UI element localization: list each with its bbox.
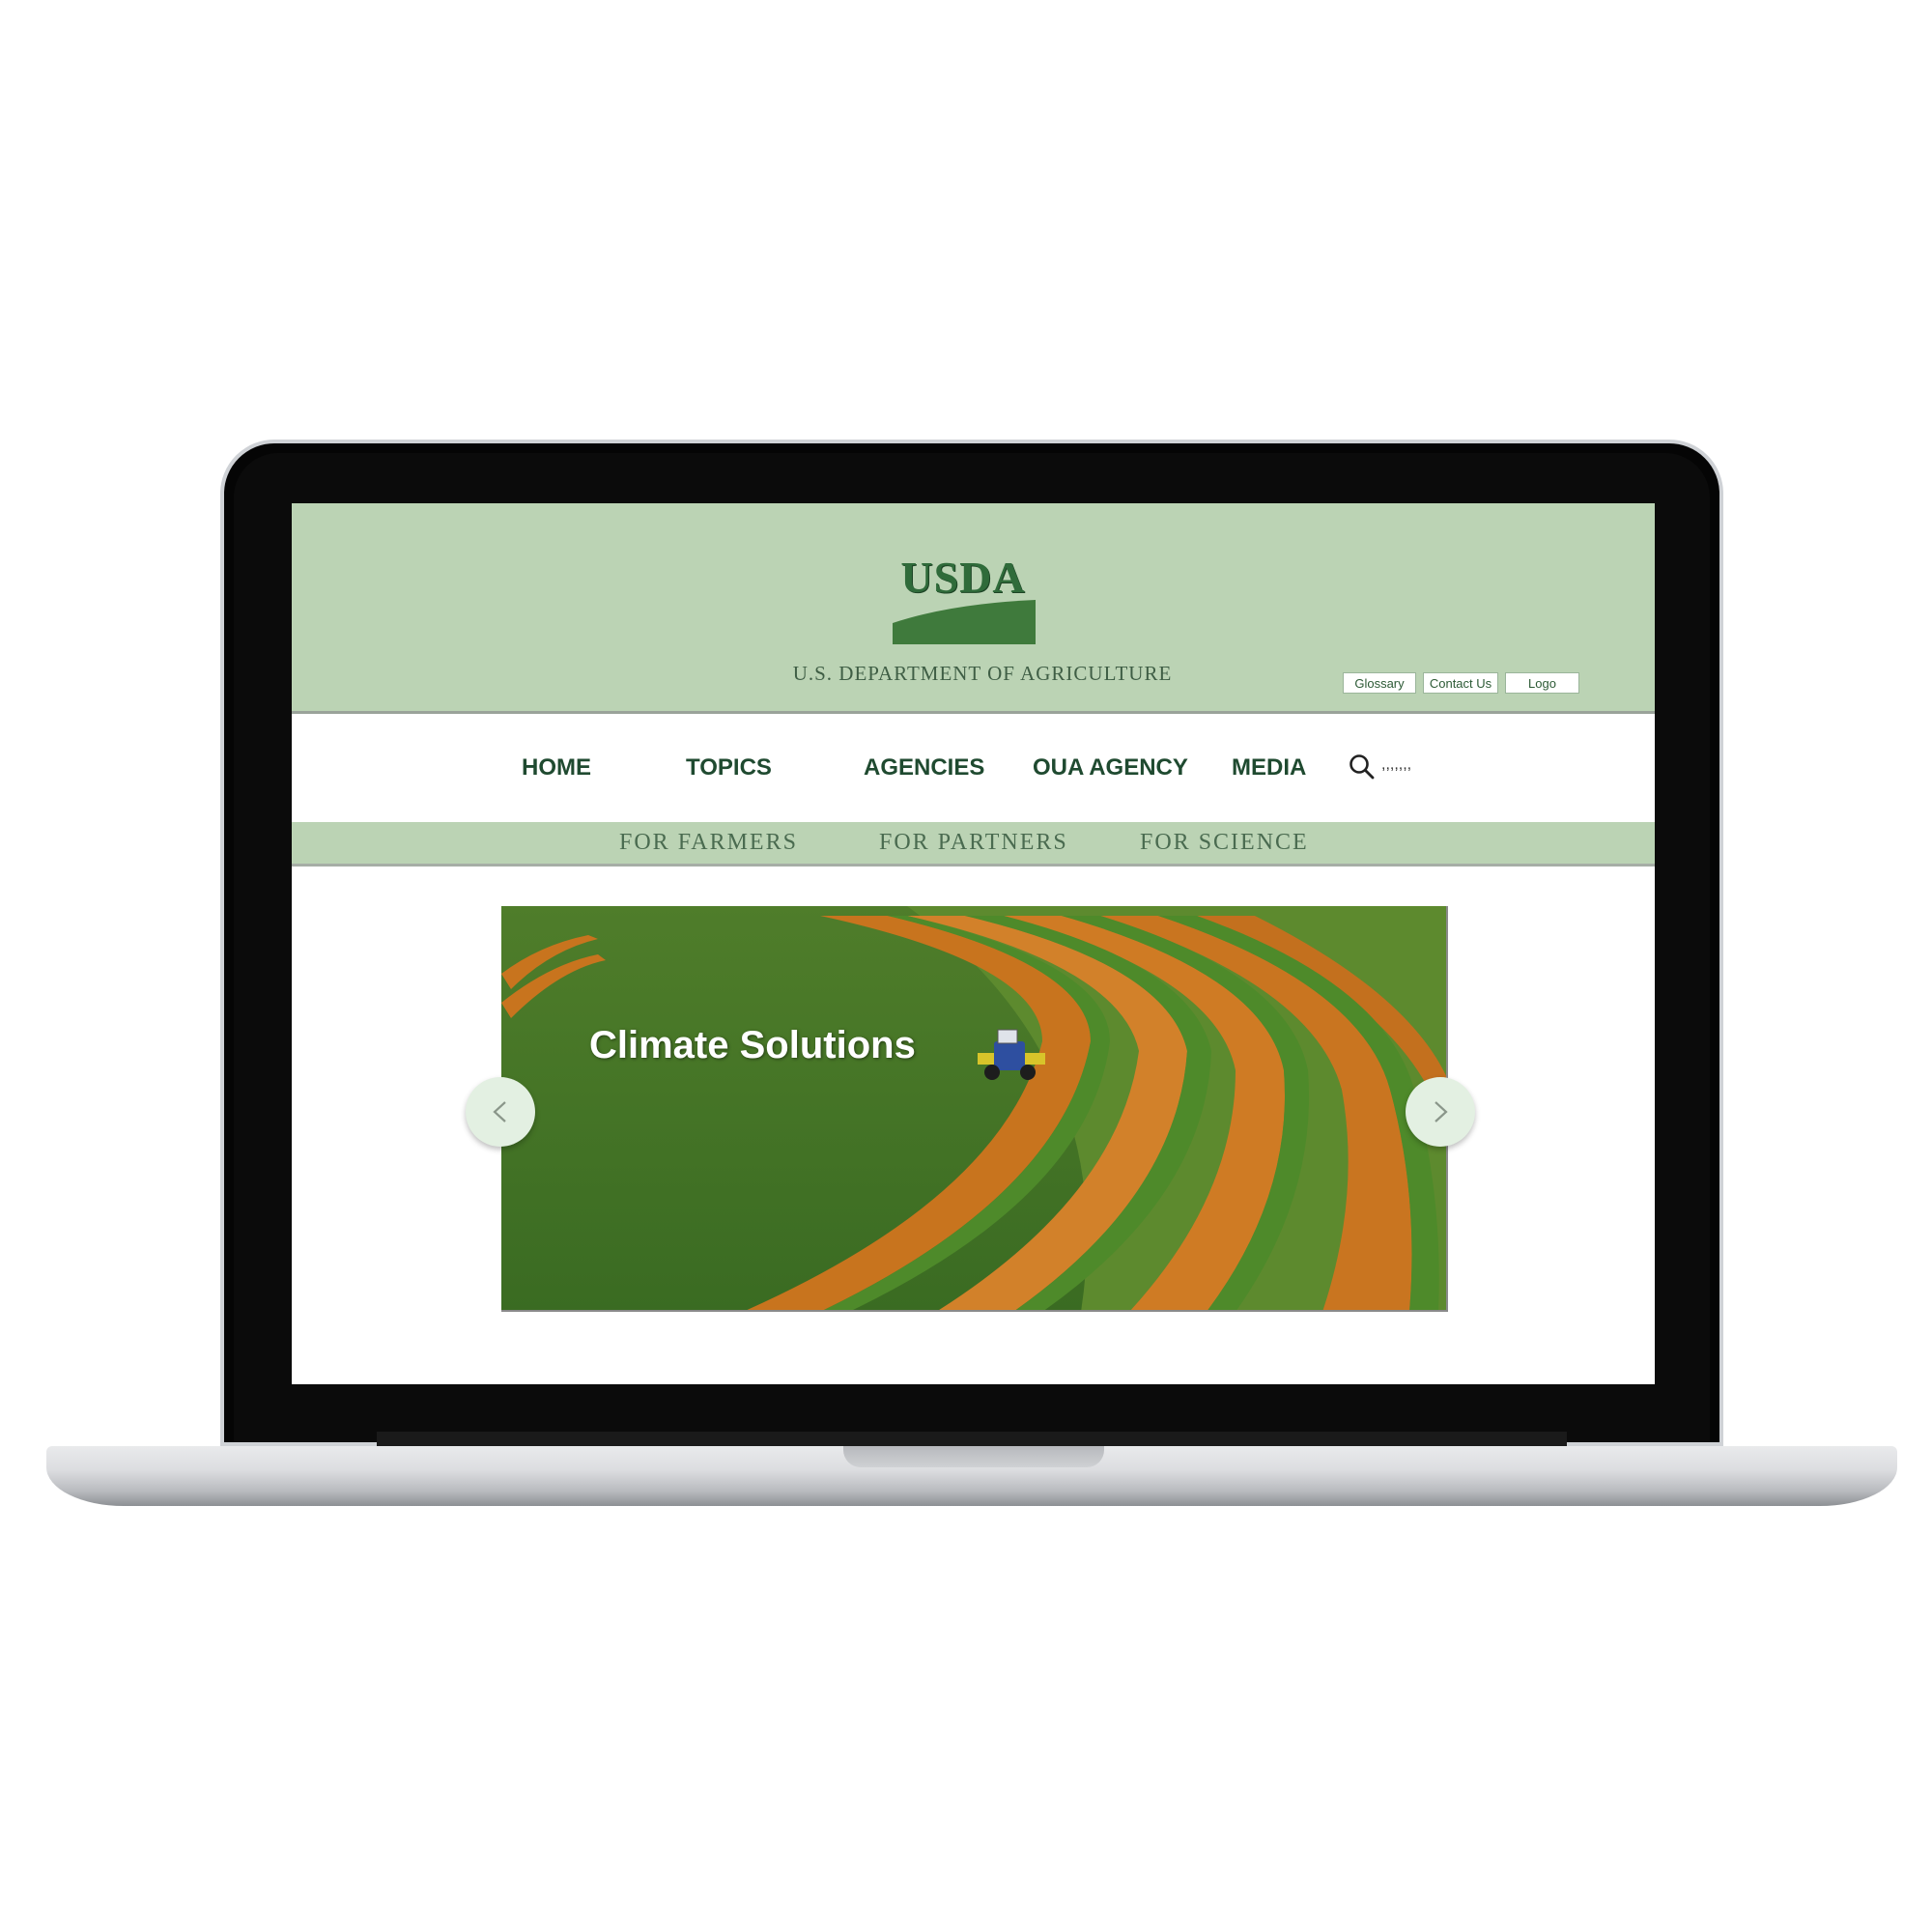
search-input[interactable] — [1381, 753, 1459, 778]
search-icon[interactable] — [1348, 753, 1377, 781]
chevron-right-icon — [1435, 1101, 1448, 1122]
laptop-hinge — [377, 1432, 1567, 1446]
laptop-notch — [843, 1446, 1104, 1467]
subnav-for-partners[interactable]: FOR PARTNERS — [879, 830, 1068, 856]
site-header: USDA U.S. DEPARTMENT OF AGRICULTURE Glos… — [292, 503, 1655, 714]
glossary-link[interactable]: Glossary — [1343, 672, 1416, 694]
nav-agencies[interactable]: AGENCIES — [864, 754, 984, 781]
nav-oua-agency[interactable]: OUA AGENCY — [1033, 754, 1188, 781]
logo-hill-shape — [893, 600, 1036, 644]
nav-topics[interactable]: TOPICS — [686, 754, 772, 781]
nav-media[interactable]: MEDIA — [1232, 754, 1306, 781]
hero-slide[interactable]: Climate Solutions — [501, 906, 1448, 1312]
slider-next-button[interactable] — [1406, 1077, 1475, 1147]
usda-logo[interactable]: USDA — [891, 552, 1036, 648]
contact-us-link[interactable]: Contact Us — [1423, 672, 1498, 694]
chevron-left-icon — [493, 1101, 506, 1122]
main-nav: HOME TOPICS AGENCIES OUA AGENCY MEDIA — [292, 714, 1655, 822]
hero-field-image — [501, 906, 1446, 1310]
website-screen: USDA U.S. DEPARTMENT OF AGRICULTURE Glos… — [292, 503, 1655, 1384]
slider-prev-button[interactable] — [466, 1077, 535, 1147]
department-name: U.S. DEPARTMENT OF AGRICULTURE — [792, 662, 1173, 685]
audience-nav: FOR FARMERS FOR PARTNERS FOR SCIENCE — [292, 822, 1655, 867]
nav-home[interactable]: HOME — [522, 754, 591, 781]
logo-link[interactable]: Logo — [1505, 672, 1579, 694]
hero-title: Climate Solutions — [589, 1024, 916, 1066]
subnav-for-farmers[interactable]: FOR FARMERS — [619, 830, 798, 856]
logo-text: USDA — [900, 553, 1026, 602]
subnav-for-science[interactable]: FOR SCIENCE — [1140, 830, 1309, 856]
